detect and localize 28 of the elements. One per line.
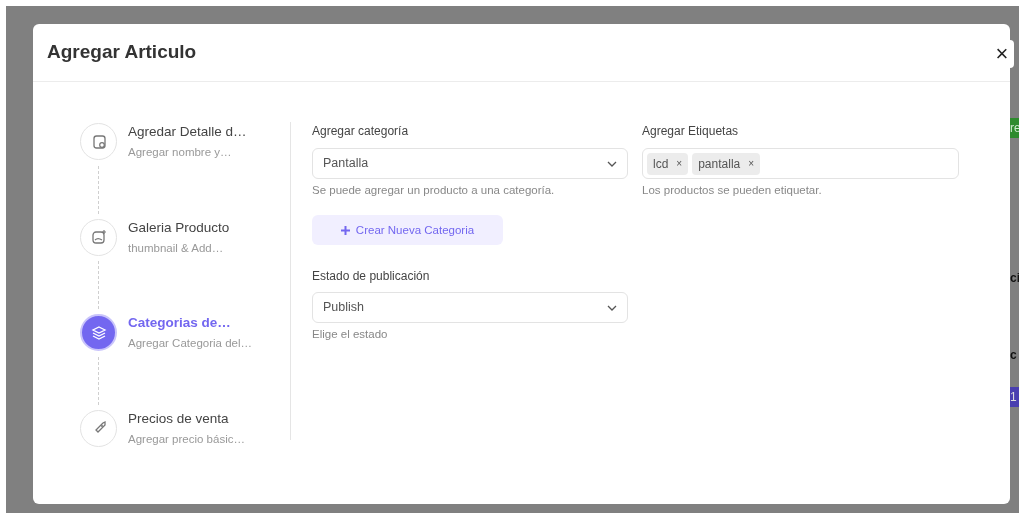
step-subtitle: Agregar Categoria del… — [128, 336, 252, 352]
field-label: Agregar categoría — [312, 123, 410, 140]
remove-tag-button[interactable]: × — [748, 156, 755, 171]
category-select[interactable]: Pantalla — [312, 148, 628, 179]
step-title[interactable]: Agredar Detalle d… — [128, 122, 247, 143]
step-subtitle: Agregar nombre y… — [128, 145, 233, 161]
field-label: Estado de publicación — [312, 268, 431, 286]
picture-sparkle-icon — [89, 228, 108, 247]
help-text: Elige el estado — [312, 327, 389, 343]
plus-icon — [340, 225, 350, 235]
step-title[interactable]: Categorias de… — [128, 313, 252, 334]
dialog-title: Agregar Articulo — [47, 40, 197, 65]
tag-chip: pantalla × — [692, 152, 761, 175]
remove-tag-button[interactable]: × — [676, 156, 683, 171]
help-text: Los productos se pueden etiquetar. — [642, 183, 823, 198]
chevron-down-icon — [607, 160, 617, 167]
tag-chip: lcd × — [647, 152, 689, 175]
tags-input[interactable]: lcd × pantalla × — [642, 148, 959, 179]
chevron-down-icon — [607, 304, 617, 311]
step-title[interactable]: Precios de venta — [128, 408, 245, 429]
create-category-button[interactable]: Crear Nueva Categoria — [312, 215, 503, 246]
step-subtitle: Agregar precio básic… — [128, 431, 245, 447]
background-text: 1 — [1010, 387, 1019, 407]
step-title[interactable]: Galeria Producto — [128, 217, 230, 238]
field-label: Agregar Etiquetas — [642, 123, 740, 140]
help-text: Se puede agregar un producto a una categoría. — [312, 183, 556, 198]
step-subtitle: thumbnail & Add… — [128, 240, 225, 256]
status-select[interactable]: Publish — [312, 292, 628, 324]
